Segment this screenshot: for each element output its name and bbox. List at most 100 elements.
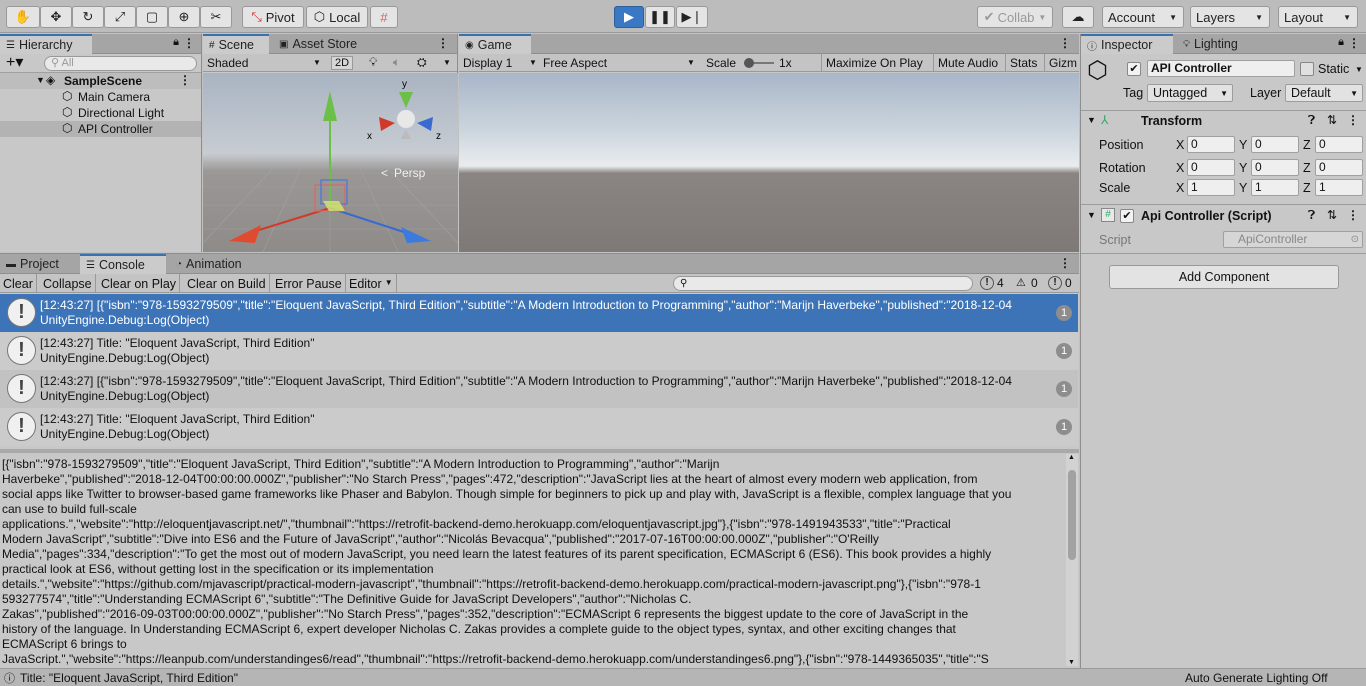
kebab-menu-icon[interactable]: ⋮ xyxy=(1059,36,1071,50)
move-tool-button[interactable]: ✥ xyxy=(40,6,72,28)
tab-game[interactable]: ◉ Game xyxy=(459,34,531,54)
rotation-y-field[interactable]: 0 xyxy=(1251,159,1299,176)
scale-x-field[interactable]: 1 xyxy=(1187,179,1235,196)
clear-button[interactable]: Clear xyxy=(0,274,37,293)
scroll-down-icon[interactable]: ▼ xyxy=(1068,659,1075,666)
status-message[interactable]: Title: "Eloquent JavaScript, Third Editi… xyxy=(20,671,238,685)
console-search-input[interactable]: ⚲ xyxy=(673,276,973,291)
cloud-button[interactable]: ☁ xyxy=(1062,6,1094,28)
console-splitter[interactable] xyxy=(0,449,1079,453)
tab-hierarchy[interactable]: ☰ Hierarchy xyxy=(0,34,92,54)
2d-toggle[interactable]: 2D xyxy=(331,56,354,70)
help-icon[interactable]: ❓︎ xyxy=(1308,113,1315,128)
scene-row[interactable]: ▼ ◈ SampleScene ⋮ xyxy=(0,73,201,89)
console-log-entry[interactable]: ! [12:43:27] [{"isbn":"978-1593279509","… xyxy=(0,370,1078,408)
kebab-menu-icon[interactable]: ⋮ xyxy=(1059,256,1071,270)
custom-tool-button[interactable]: ✂ xyxy=(200,6,232,28)
play-button[interactable]: ▶ xyxy=(614,6,644,28)
chevron-down-icon[interactable]: ▼ xyxy=(1355,65,1363,74)
pivot-toggle[interactable]: ⤡ Pivot xyxy=(242,6,304,28)
pause-button[interactable]: ❚❚ xyxy=(645,6,675,28)
scene-viewport[interactable]: y x z < Persp xyxy=(203,73,458,252)
console-log-entry[interactable]: ! [12:43:27] Title: "Eloquent JavaScript… xyxy=(0,332,1078,370)
scroll-up-icon[interactable]: ▲ xyxy=(1068,454,1075,461)
display-dropdown[interactable]: Display 1 xyxy=(463,56,512,70)
shading-dropdown[interactable]: Shaded xyxy=(207,56,248,70)
error-pause-toggle[interactable]: Error Pause xyxy=(272,274,346,293)
mute-audio-toggle[interactable]: Mute Audio xyxy=(933,54,1002,72)
component-menu-icon[interactable]: ⋮ xyxy=(1347,208,1359,222)
clear-on-play-toggle[interactable]: Clear on Play xyxy=(98,274,181,293)
script-object-field[interactable]: ApiController ⊙ xyxy=(1223,231,1363,248)
effects-toggle-icon[interactable]: ⛭ xyxy=(417,55,427,70)
kebab-menu-icon[interactable]: ⋮ xyxy=(437,36,449,50)
auto-lighting-status[interactable]: Auto Generate Lighting Off xyxy=(1185,671,1328,685)
collapse-toggle[interactable]: Collapse xyxy=(40,274,96,293)
grid-snap-button[interactable]: # xyxy=(370,6,398,28)
scale-z-field[interactable]: 1 xyxy=(1315,179,1363,196)
step-button[interactable]: ▶❘ xyxy=(676,6,708,28)
object-picker-icon[interactable]: ⊙ xyxy=(1351,232,1359,247)
tab-asset-store[interactable]: ▣ Asset Store xyxy=(273,34,363,54)
transform-tool-button[interactable]: ⊕ xyxy=(168,6,200,28)
local-toggle[interactable]: ⬡ Local xyxy=(306,6,368,28)
foldout-arrow-icon[interactable]: ▼ xyxy=(1087,115,1096,125)
log-detail-text[interactable]: [{"isbn":"978-1593279509","title":"Eloqu… xyxy=(0,454,1066,666)
detail-scrollbar[interactable]: ▲ ▼ xyxy=(1066,454,1078,666)
hierarchy-search-input[interactable]: ⚲ All xyxy=(44,56,197,71)
audio-toggle-icon[interactable]: 🔈︎ xyxy=(393,55,400,70)
log-count-icon[interactable]: ! xyxy=(980,276,994,290)
scale-y-field[interactable]: 1 xyxy=(1251,179,1299,196)
kebab-menu-icon[interactable]: ⋮ xyxy=(183,36,195,50)
warning-count-icon[interactable]: ⚠ xyxy=(1016,276,1026,289)
help-icon[interactable]: ❓︎ xyxy=(1308,208,1315,223)
tab-scene[interactable]: # Scene xyxy=(203,34,269,54)
scene-menu-icon[interactable]: ⋮ xyxy=(179,73,191,87)
gameobject-cube-icon[interactable]: ⬡ xyxy=(1087,59,1108,83)
preset-icon[interactable]: ⇅ xyxy=(1327,113,1337,127)
hierarchy-item-selected[interactable]: ⬡ API Controller xyxy=(0,121,201,137)
tab-animation[interactable]: ◔ Animation xyxy=(170,254,248,274)
position-z-field[interactable]: 0 xyxy=(1315,136,1363,153)
preset-icon[interactable]: ⇅ xyxy=(1327,208,1337,222)
rotate-tool-button[interactable]: ↻ xyxy=(72,6,104,28)
expand-arrow-icon[interactable]: ▼ xyxy=(36,75,45,85)
tab-lighting[interactable]: 💡︎ Lighting xyxy=(1177,34,1244,54)
lock-icon[interactable]: 🔒︎ xyxy=(1338,36,1344,49)
scale-tool-button[interactable]: ⤢ xyxy=(104,6,136,28)
script-enabled-checkbox[interactable]: ✔ xyxy=(1120,209,1134,223)
layout-dropdown[interactable]: Layout ▼ xyxy=(1278,6,1358,28)
active-checkbox[interactable]: ✔ xyxy=(1127,62,1141,76)
hierarchy-item[interactable]: ⬡ Directional Light xyxy=(0,105,201,121)
object-name-field[interactable]: API Controller xyxy=(1147,60,1295,77)
add-component-button[interactable]: Add Component xyxy=(1109,265,1339,289)
rotation-z-field[interactable]: 0 xyxy=(1315,159,1363,176)
tab-console[interactable]: ☰ Console xyxy=(80,254,166,274)
hierarchy-item[interactable]: ⬡ Main Camera xyxy=(0,89,201,105)
console-log-entry[interactable]: ! [12:43:27] Title: "Eloquent JavaScript… xyxy=(0,408,1078,446)
persp-label[interactable]: Persp xyxy=(394,166,426,180)
clear-on-build-toggle[interactable]: Clear on Build xyxy=(184,274,270,293)
stats-toggle[interactable]: Stats xyxy=(1005,54,1041,72)
tag-dropdown[interactable]: Untagged xyxy=(1147,84,1233,102)
tab-inspector[interactable]: ⓘ Inspector xyxy=(1081,34,1173,54)
layer-dropdown[interactable]: Default xyxy=(1285,84,1363,102)
rotation-x-field[interactable]: 0 xyxy=(1187,159,1235,176)
scrollbar-thumb[interactable] xyxy=(1068,470,1076,560)
lock-icon[interactable]: 🔒︎ xyxy=(173,36,179,49)
account-dropdown[interactable]: Account ▼ xyxy=(1102,6,1184,28)
position-x-field[interactable]: 0 xyxy=(1187,136,1235,153)
layers-dropdown[interactable]: Layers ▼ xyxy=(1190,6,1270,28)
kebab-menu-icon[interactable]: ⋮ xyxy=(1348,36,1360,50)
error-count-icon[interactable]: ! xyxy=(1048,276,1062,290)
component-menu-icon[interactable]: ⋮ xyxy=(1347,113,1359,127)
gizmos-toggle[interactable]: Gizm xyxy=(1044,54,1081,72)
static-checkbox[interactable] xyxy=(1300,62,1314,76)
game-viewport[interactable] xyxy=(459,73,1079,252)
hand-tool-button[interactable]: ✋ xyxy=(6,6,40,28)
foldout-arrow-icon[interactable]: ▼ xyxy=(1087,210,1096,220)
position-y-field[interactable]: 0 xyxy=(1251,136,1299,153)
scale-slider-handle[interactable] xyxy=(744,58,754,68)
maximize-on-play-toggle[interactable]: Maximize On Play xyxy=(821,54,927,72)
light-toggle-icon[interactable]: 💡︎ xyxy=(369,55,377,70)
